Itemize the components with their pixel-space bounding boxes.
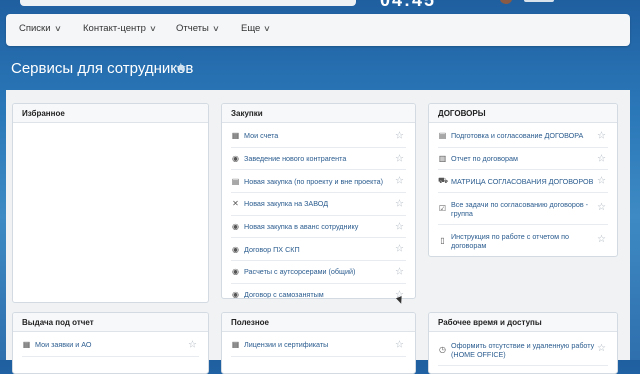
table-icon: ▦ (231, 131, 240, 141)
list-item[interactable]: ▯ Инструкция по работе с отчетом по догов… (438, 225, 608, 256)
list-item[interactable]: ✕ Новая закупка на ЗАВОД ☆ (231, 193, 406, 216)
nav-item-label: Отчеты (176, 23, 209, 34)
star-icon[interactable]: ☆ (395, 244, 404, 255)
calendar-icon: ▥ (438, 154, 447, 164)
item-label[interactable]: МАТРИЦА СОГЛАСОВАНИЯ ДОГОВОРОВ (451, 177, 608, 186)
item-label[interactable]: Мои счета (244, 131, 406, 140)
nav-item-contact-center[interactable]: Контакт-центр ∨ (83, 23, 157, 34)
chevron-down-icon: ∨ (148, 24, 157, 33)
star-icon[interactable]: ☆ (597, 202, 606, 213)
clock: 04:45 (380, 0, 437, 10)
item-label[interactable]: Договор с самозанятым (244, 290, 406, 298)
star-icon[interactable]: ☆ (188, 339, 197, 350)
top-header-strip: 04:45 (0, 0, 640, 10)
nav-bar: Списки ∨ Контакт-центр ∨ Отчеты ∨ Еще ∨ (6, 14, 630, 46)
clipboard-icon: ▤ (438, 131, 447, 141)
chevron-down-icon: ∨ (211, 24, 220, 33)
nav-item-label: Списки (19, 23, 51, 34)
star-icon[interactable]: ☆ (395, 339, 404, 350)
list-item[interactable]: ▤ Новая закупка (по проекту и вне проекта… (231, 170, 406, 194)
item-label[interactable]: Заведение нового контрагента (244, 154, 406, 163)
list-item[interactable]: ▥ Отчет по договорам ☆ (438, 148, 608, 171)
top-search-box[interactable] (20, 0, 356, 6)
item-label[interactable]: Все задачи по согласованию договоров - г… (451, 200, 608, 218)
star-icon[interactable]: ☆ (395, 198, 404, 209)
nav-item-more[interactable]: Еще ∨ (241, 23, 272, 34)
star-icon[interactable]: ☆ (395, 153, 404, 164)
user-name[interactable] (524, 0, 554, 2)
list-item[interactable]: ◉ Расчеты с аутсорсерами (общий) ☆ (231, 261, 406, 284)
list-item[interactable]: ◷ Оформить отсутствие и удаленную работу … (438, 334, 608, 366)
clock-icon: ◷ (439, 345, 446, 354)
card-title: Рабочее время и доступы (429, 313, 617, 332)
list-item[interactable]: ▤ Подготовка и согласование ДОГОВОРА ☆ (438, 125, 608, 148)
user-circle-icon: ◉ (232, 290, 239, 299)
list-item[interactable]: ◉ Договор ПХ СКП ☆ (231, 238, 406, 262)
star-icon[interactable]: ☆ (597, 130, 606, 141)
star-icon[interactable]: ☆ (597, 153, 606, 164)
item-label[interactable]: Новая закупка на ЗАВОД (244, 199, 406, 208)
item-label[interactable]: Договор ПХ СКП (244, 245, 406, 254)
item-label[interactable]: Инструкция по работе с отчетом по догово… (451, 232, 608, 250)
star-icon[interactable]: ☆ (395, 176, 404, 187)
truck-icon: ⛟ (438, 176, 449, 186)
user-circle-icon: ◉ (232, 222, 239, 232)
card-worktime: Рабочее время и доступы ◷ Оформить отсутс… (428, 312, 618, 374)
item-label[interactable]: Мои заявки и АО (35, 340, 199, 349)
card-favorites: Избранное (12, 103, 209, 303)
item-label[interactable]: Отчет по договорам (451, 154, 608, 163)
item-label[interactable]: Подготовка и согласование ДОГОВОРА (451, 131, 608, 140)
card-title: Закупки (222, 104, 415, 123)
star-icon[interactable]: ☆ (395, 221, 404, 232)
table-icon: ▦ (22, 340, 31, 350)
user-circle-icon: ◉ (232, 244, 239, 254)
list-item[interactable]: ⛟ МАТРИЦА СОГЛАСОВАНИЯ ДОГОВОРОВ ☆ (438, 170, 608, 194)
star-icon[interactable]: ☆ (395, 130, 404, 141)
nav-item-reports[interactable]: Отчеты ∨ (176, 23, 220, 34)
list-item[interactable]: ◉ Договор с самозанятым ☆ (231, 284, 406, 299)
list-item[interactable]: ▦ Лицензии и сертификаты ☆ (231, 334, 406, 357)
avatar[interactable] (500, 0, 512, 4)
nav-item-lists[interactable]: Списки ∨ (19, 23, 62, 34)
star-icon[interactable]: ☆ (597, 343, 606, 354)
item-label[interactable]: Лицензии и сертификаты (244, 340, 406, 349)
list-item[interactable]: ◉ Новая закупка в аванс сотруднику ☆ (231, 216, 406, 239)
user-circle-icon: ◉ (232, 154, 239, 164)
user-circle-icon: ◉ (232, 267, 239, 277)
item-label[interactable]: Оформить отсутствие и удаленную работу (… (451, 341, 608, 359)
tools-icon: ✕ (232, 199, 239, 209)
card-title: Избранное (13, 104, 208, 123)
checklist-icon: ☑ (438, 204, 447, 214)
star-icon[interactable]: ☆ (597, 234, 606, 245)
clipboard-icon: ▤ (231, 176, 240, 186)
item-label[interactable]: Новая закупка в аванс сотруднику (244, 222, 406, 231)
card-contracts: ДОГОВОРЫ ▤ Подготовка и согласование ДОГО… (428, 103, 618, 257)
nav-item-label: Еще (241, 23, 261, 34)
item-label[interactable]: Новая закупка (по проекту и вне проекта) (244, 177, 406, 186)
list-item[interactable]: ▦ Мои заявки и АО ☆ (22, 334, 199, 357)
list-item[interactable]: ☑ Все задачи по согласованию договоров - … (438, 193, 608, 226)
star-icon[interactable]: ☆ (395, 266, 404, 277)
card-useful: Полезное ▦ Лицензии и сертификаты ☆ (221, 312, 416, 374)
nav-item-label: Контакт-центр (83, 23, 146, 34)
card-title: Полезное (222, 313, 415, 332)
chevron-down-icon: ∨ (263, 24, 272, 33)
list-item[interactable]: ◉ Заведение нового контрагента ☆ (231, 148, 406, 171)
item-label[interactable]: Расчеты с аутсорсерами (общий) (244, 267, 406, 276)
star-icon[interactable]: ★ (175, 60, 187, 76)
card-purchases: Закупки ▦ Мои счета ☆ ◉ Заведение нового ко… (221, 103, 416, 299)
chevron-down-icon: ∨ (53, 24, 62, 33)
star-icon[interactable]: ☆ (597, 176, 606, 187)
page-title: Сервисы для сотрудников (11, 60, 194, 77)
table-icon: ▦ (231, 340, 240, 350)
card-expenses: Выдача под отчет ▦ Мои заявки и АО ☆ (12, 312, 209, 374)
card-title: Выдача под отчет (13, 313, 208, 332)
book-icon: ▯ (440, 236, 445, 246)
card-title: ДОГОВОРЫ (429, 104, 617, 123)
list-item[interactable]: ▦ Мои счета ☆ (231, 125, 406, 148)
